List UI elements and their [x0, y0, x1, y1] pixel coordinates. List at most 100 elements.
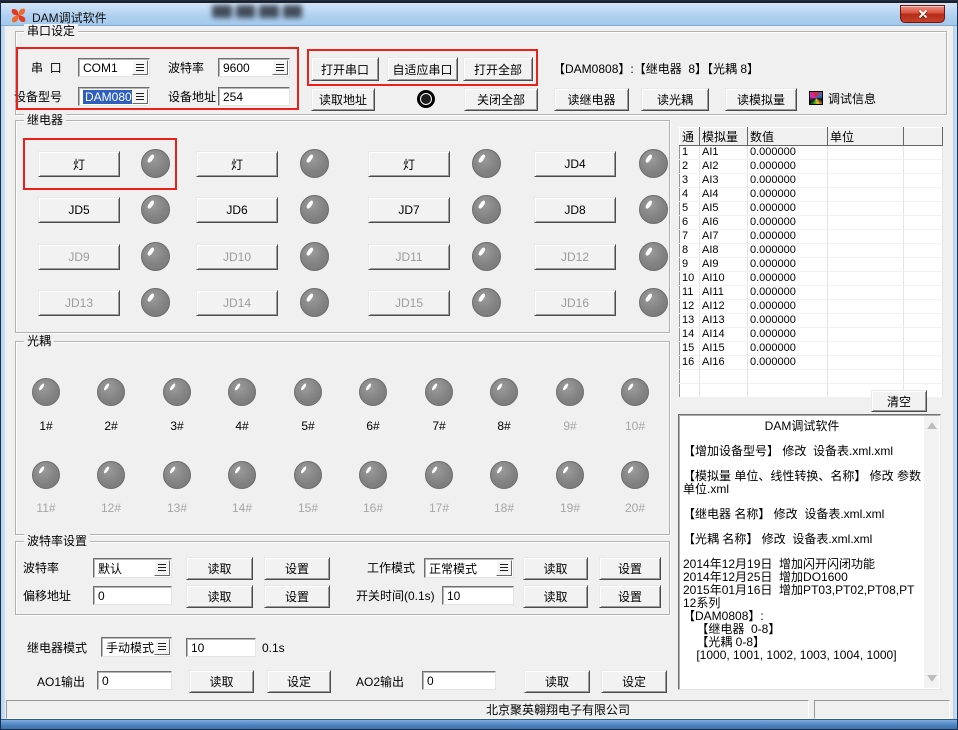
switch-time-input[interactable]: 10 — [442, 586, 514, 605]
relay-led-6[interactable] — [300, 195, 329, 224]
table-row[interactable]: 1AI10.000000 — [680, 146, 943, 160]
table-header: 数值 — [748, 128, 828, 146]
clear-button[interactable]: 清空 — [871, 390, 927, 412]
read-relay-button[interactable]: 读继电器 — [554, 88, 629, 111]
ao2-input[interactable]: 0 — [422, 671, 496, 690]
relay-mode-select[interactable]: 手动模式 — [101, 637, 172, 657]
relay-button-2[interactable]: 灯 — [196, 151, 278, 177]
baud-set-button[interactable]: 设置 — [264, 557, 330, 580]
relay-mode-time-value: 10 — [191, 641, 204, 655]
close-all-button[interactable]: 关闭全部 — [464, 88, 538, 111]
work-mode-read-button[interactable]: 读取 — [523, 557, 588, 580]
switch-time-read-button[interactable]: 读取 — [523, 585, 588, 608]
relay-led-3[interactable] — [472, 149, 501, 178]
relay-led-1[interactable] — [141, 149, 170, 178]
table-row[interactable]: 9AI90.000000 — [680, 258, 943, 272]
table-row[interactable]: 4AI40.000000 — [680, 188, 943, 202]
relay-button-16[interactable]: JD16 — [534, 290, 616, 316]
relay-button-12[interactable]: JD12 — [534, 244, 616, 270]
relay-button-7[interactable]: JD7 — [368, 197, 450, 223]
relay-button-8[interactable]: JD8 — [534, 197, 616, 223]
close-button[interactable] — [900, 5, 945, 23]
addr-input[interactable]: 254 — [218, 87, 290, 106]
window-border-left — [1, 26, 5, 720]
offset-read-button[interactable]: 读取 — [186, 585, 253, 608]
read-address-button[interactable]: 读取地址 — [311, 88, 375, 111]
table-row[interactable]: 8AI80.000000 — [680, 244, 943, 258]
table-row[interactable] — [680, 370, 943, 384]
baud-cfg-select[interactable]: 默认 — [93, 558, 172, 578]
open-serial-button[interactable]: 打开串口 — [311, 57, 379, 81]
company-name: 北京聚英翱翔电子有限公司 — [486, 703, 630, 717]
table-row[interactable]: 16AI160.000000 — [680, 356, 943, 370]
switch-time-set-button[interactable]: 设置 — [599, 585, 661, 608]
relay-mode-time-input[interactable]: 10 — [186, 638, 256, 657]
read-analog-button[interactable]: 读模拟量 — [725, 88, 797, 111]
table-row[interactable]: 2AI20.000000 — [680, 160, 943, 174]
relay-led-11[interactable] — [472, 242, 501, 271]
relay-led-5[interactable] — [141, 195, 170, 224]
ao2-read-button[interactable]: 读取 — [524, 670, 590, 693]
relay-led-15[interactable] — [472, 288, 501, 317]
dropdown-grip-icon[interactable] — [132, 89, 148, 104]
relay-button-13[interactable]: JD13 — [38, 290, 120, 316]
opto-label-20: 20# — [613, 501, 657, 515]
relay-button-4[interactable]: JD4 — [534, 151, 616, 177]
dropdown-grip-icon[interactable] — [132, 60, 148, 75]
ao1-read-button[interactable]: 读取 — [189, 670, 254, 693]
relay-button-3[interactable]: 灯 — [368, 151, 450, 177]
port-select[interactable]: COM1 — [78, 58, 150, 77]
relay-led-4[interactable] — [639, 149, 668, 178]
relay-led-2[interactable] — [300, 149, 329, 178]
relay-led-7[interactable] — [472, 195, 501, 224]
table-row[interactable]: 11AI110.000000 — [680, 286, 943, 300]
relay-button-15[interactable]: JD15 — [368, 290, 450, 316]
ao2-set-button[interactable]: 设定 — [601, 670, 667, 693]
ao1-value: 0 — [102, 674, 109, 688]
relay-button-11[interactable]: JD11 — [368, 244, 450, 270]
relay-led-12[interactable] — [639, 242, 668, 271]
baud-read-button[interactable]: 读取 — [186, 557, 253, 580]
relay-button-10[interactable]: JD10 — [196, 244, 278, 270]
offset-set-button[interactable]: 设置 — [264, 585, 330, 608]
scroll-up-icon[interactable] — [927, 422, 937, 429]
table-row[interactable]: 3AI30.000000 — [680, 174, 943, 188]
table-row[interactable]: 5AI50.000000 — [680, 202, 943, 216]
relay-led-13[interactable] — [141, 288, 170, 317]
table-row[interactable]: 12AI120.000000 — [680, 300, 943, 314]
dropdown-grip-icon[interactable] — [154, 639, 170, 655]
debug-info-label[interactable]: 调试信息 — [828, 92, 876, 106]
table-row[interactable]: 14AI140.000000 — [680, 328, 943, 342]
relay-button-9[interactable]: JD9 — [38, 244, 120, 270]
dropdown-grip-icon[interactable] — [496, 560, 512, 576]
model-select[interactable]: DAM0808 — [78, 87, 150, 106]
baud-select[interactable]: 9600 — [218, 58, 290, 77]
relay-button-1[interactable]: 灯 — [38, 151, 120, 177]
relay-led-16[interactable] — [639, 288, 668, 317]
work-mode-set-button[interactable]: 设置 — [599, 557, 661, 580]
table-row[interactable]: 15AI150.000000 — [680, 342, 943, 356]
relay-button-6[interactable]: JD6 — [196, 197, 278, 223]
ao1-input[interactable]: 0 — [97, 671, 172, 690]
offset-input[interactable]: 0 — [93, 586, 172, 605]
window-border-bottom — [1, 719, 957, 729]
open-all-button[interactable]: 打开全部 — [463, 57, 533, 81]
relay-led-14[interactable] — [300, 288, 329, 317]
relay-led-8[interactable] — [639, 195, 668, 224]
info-scrollbar[interactable] — [924, 416, 939, 688]
table-row[interactable]: 10AI100.000000 — [680, 272, 943, 286]
scroll-down-icon[interactable] — [927, 675, 937, 682]
relay-button-14[interactable]: JD14 — [196, 290, 278, 316]
adaptive-serial-button[interactable]: 自适应串口 — [387, 57, 458, 81]
table-row[interactable]: 7AI70.000000 — [680, 230, 943, 244]
work-mode-select[interactable]: 正常模式 — [424, 558, 514, 578]
dropdown-grip-icon[interactable] — [272, 60, 288, 75]
ao1-set-button[interactable]: 设定 — [267, 670, 331, 693]
table-row[interactable]: 13AI130.000000 — [680, 314, 943, 328]
read-opto-button[interactable]: 读光耦 — [641, 88, 709, 111]
dropdown-grip-icon[interactable] — [154, 560, 170, 576]
table-row[interactable]: 6AI60.000000 — [680, 216, 943, 230]
relay-led-9[interactable] — [141, 242, 170, 271]
relay-button-5[interactable]: JD5 — [38, 197, 120, 223]
relay-led-10[interactable] — [300, 242, 329, 271]
